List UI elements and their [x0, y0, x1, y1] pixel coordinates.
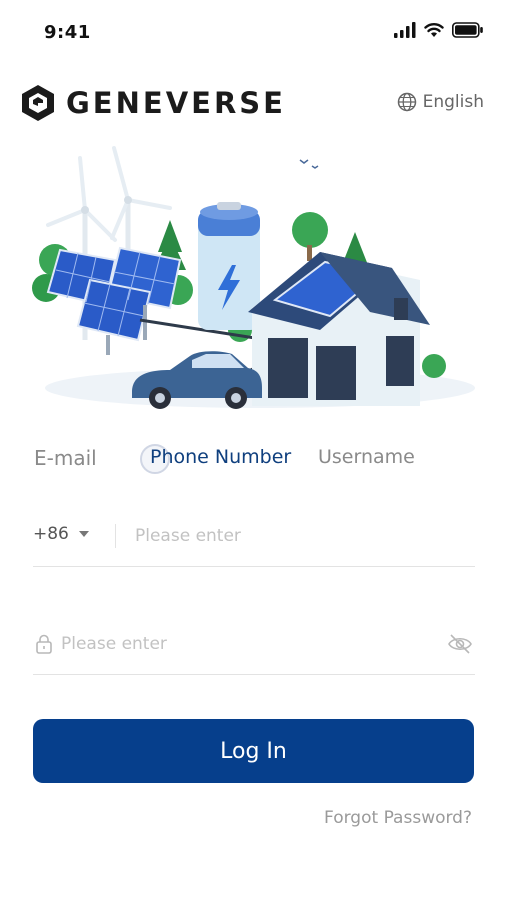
globe-icon — [397, 92, 416, 112]
hero-illustration — [32, 146, 475, 409]
caret-down-icon — [78, 531, 89, 537]
signal-icon — [394, 22, 416, 38]
password-input[interactable] — [61, 632, 431, 656]
wifi-icon — [424, 23, 444, 37]
status-bar: 9:41 — [0, 0, 506, 64]
tab-username[interactable]: Username — [318, 446, 415, 468]
language-selector[interactable]: English — [397, 92, 484, 112]
status-time: 9:41 — [44, 22, 91, 43]
login-method-tabs: E-mail Phone Number Username — [32, 444, 482, 486]
field-divider — [115, 524, 116, 548]
solar-panel-illustration — [46, 246, 182, 355]
brand-name: GENEVERSE — [66, 86, 286, 120]
language-label: English — [422, 92, 484, 112]
house-illustration — [248, 252, 430, 406]
country-code: +86 — [33, 524, 69, 544]
forgot-password-link[interactable]: Forgot Password? — [324, 808, 472, 828]
password-field — [33, 618, 475, 675]
login-button[interactable]: Log In — [33, 719, 474, 783]
phone-input[interactable] — [135, 524, 455, 548]
lock-icon — [36, 634, 52, 654]
brand-logo: GENEVERSE — [20, 84, 286, 122]
tab-email[interactable]: E-mail — [34, 446, 97, 470]
phone-field: +86 — [33, 510, 475, 567]
eye-off-icon[interactable] — [447, 633, 473, 655]
tab-phone-number[interactable]: Phone Number — [150, 446, 291, 468]
header: GENEVERSE English — [0, 80, 506, 128]
status-icons — [394, 22, 484, 38]
country-code-selector[interactable]: +86 — [33, 524, 89, 544]
battery-icon — [452, 22, 483, 38]
geneverse-logo-icon — [22, 85, 54, 121]
